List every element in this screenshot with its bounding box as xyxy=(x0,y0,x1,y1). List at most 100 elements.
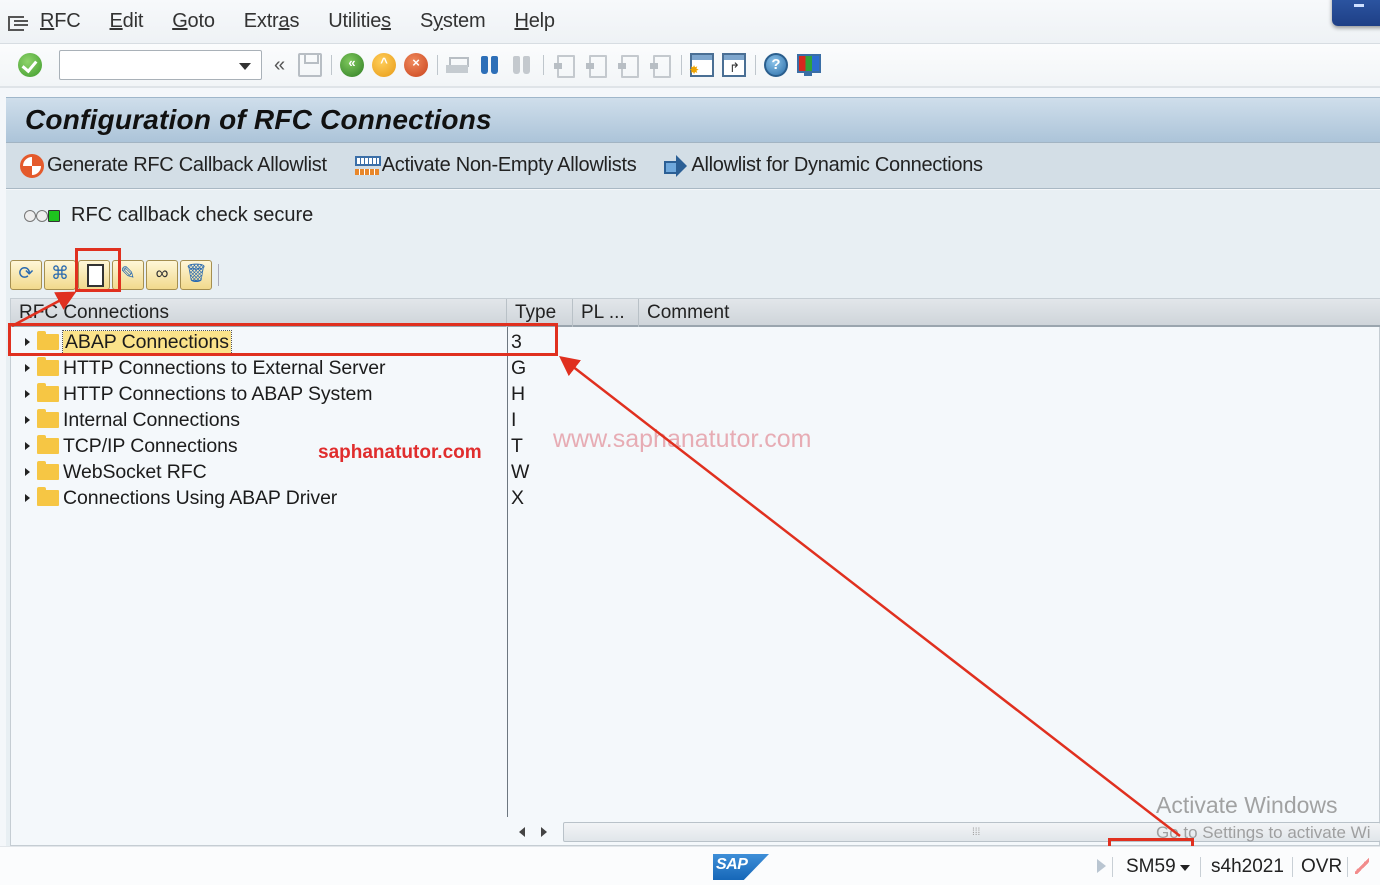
menu-goto[interactable]: Goto xyxy=(172,10,215,33)
scroll-right-icon[interactable] xyxy=(541,827,547,837)
chevron-down-icon[interactable] xyxy=(239,63,251,70)
connection-group-name[interactable]: ABAP Connections xyxy=(62,329,232,355)
connection-type: 3 xyxy=(511,330,522,353)
activate-allowlists-label: Activate Non-Empty Allowlists xyxy=(381,154,637,176)
folder-icon xyxy=(37,331,59,350)
find-button[interactable]: ⌘ xyxy=(44,260,76,290)
activate-title: Activate Windows xyxy=(1156,792,1338,818)
callback-status: RFC callback check secure xyxy=(24,204,313,227)
print-icon[interactable] xyxy=(446,53,470,77)
first-page-icon[interactable] xyxy=(552,53,576,78)
dynamic-allowlist-button[interactable]: Allowlist for Dynamic Connections xyxy=(664,154,983,178)
toolbar-divider xyxy=(543,55,544,75)
expand-icon[interactable] xyxy=(25,494,30,502)
glasses-icon: ∞ xyxy=(155,263,169,283)
folder-icon xyxy=(37,435,59,454)
last-page-icon[interactable] xyxy=(648,53,672,78)
tree-row[interactable]: HTTP Connections to External Server G xyxy=(11,355,1380,381)
enter-icon[interactable] xyxy=(18,53,42,77)
exit-icon[interactable]: ^ xyxy=(372,53,396,77)
expand-icon[interactable] xyxy=(25,416,30,424)
trash-icon: 🗑 xyxy=(184,263,208,283)
toolbar-divider xyxy=(218,264,219,286)
folder-icon xyxy=(37,461,59,480)
menu-help[interactable]: Help xyxy=(514,10,555,33)
connection-group-name[interactable]: HTTP Connections to External Server xyxy=(63,357,509,380)
delete-button[interactable]: 🗑 xyxy=(180,260,212,290)
back-icon[interactable]: « xyxy=(340,53,364,77)
generate-allowlist-button[interactable]: Generate RFC Callback Allowlist xyxy=(20,153,327,178)
app-menu-icon[interactable] xyxy=(8,14,30,31)
find-icon[interactable] xyxy=(478,53,502,77)
grid-header: RFC Connections Type PL ... Comment xyxy=(11,299,1380,327)
insert-mode[interactable]: OVR xyxy=(1301,856,1342,878)
transaction-code[interactable]: SM59 xyxy=(1126,856,1176,878)
connection-type: H xyxy=(511,382,526,405)
collapse-icon[interactable]: « xyxy=(274,54,290,77)
tree-row[interactable]: WebSocket RFC W xyxy=(11,459,1380,485)
command-field[interactable] xyxy=(59,50,262,80)
status-divider xyxy=(1347,857,1348,877)
command-input[interactable] xyxy=(60,51,230,79)
menu-utilities[interactable]: Utilities xyxy=(328,10,391,33)
expand-icon[interactable] xyxy=(25,442,30,450)
tree-row[interactable]: ABAP Connections 3 xyxy=(11,329,1380,355)
create-session-icon[interactable] xyxy=(689,53,714,77)
scroll-grip-icon[interactable]: ⁞⁞⁞ xyxy=(972,827,980,838)
cancel-icon[interactable]: × xyxy=(404,53,428,77)
menu-rfc[interactable]: RFC xyxy=(40,10,81,33)
menu-extras[interactable]: Extras xyxy=(244,10,300,33)
title-bar: Configuration of RFC Connections xyxy=(6,97,1380,143)
column-header-comment[interactable]: Comment xyxy=(639,299,1380,327)
system-name: s4h2021 xyxy=(1211,856,1284,877)
rfc-connections-tree: RFC Connections Type PL ... Comment ABAP… xyxy=(10,298,1380,846)
column-header-rfc-connections[interactable]: RFC Connections xyxy=(11,299,507,327)
menu-system[interactable]: System xyxy=(420,10,486,33)
previous-page-icon[interactable] xyxy=(584,53,608,78)
system-toolbar: « « ^ × xyxy=(0,44,1380,88)
customize-layout-icon[interactable] xyxy=(796,53,821,77)
tree-toolbar: ⟳ ⌘ ✎ ∞ 🗑 xyxy=(10,260,219,290)
column-header-pl[interactable]: PL ... xyxy=(573,299,639,327)
menu-edit[interactable]: Edit xyxy=(110,10,144,33)
connection-group-name[interactable]: Internal Connections xyxy=(63,409,509,432)
expand-icon[interactable] xyxy=(25,338,30,346)
toolbar-divider xyxy=(681,55,682,75)
chevron-down-icon[interactable] xyxy=(1180,865,1190,871)
save-icon[interactable] xyxy=(298,53,322,77)
arrow-right-icon xyxy=(664,154,688,178)
find-next-icon[interactable] xyxy=(510,53,534,77)
connection-group-name[interactable]: HTTP Connections to ABAP System xyxy=(63,383,509,406)
status-flag-icon xyxy=(1355,858,1369,874)
display-button[interactable]: ∞ xyxy=(146,260,178,290)
pencil-icon: ✎ xyxy=(120,263,136,283)
status-divider xyxy=(1112,857,1113,877)
tree-row[interactable]: HTTP Connections to ABAP System H xyxy=(11,381,1380,407)
create-shortcut-icon[interactable] xyxy=(722,53,746,77)
help-icon[interactable] xyxy=(764,53,788,77)
scroll-left-icon[interactable] xyxy=(519,827,525,837)
change-button[interactable]: ✎ xyxy=(112,260,144,290)
minimize-button[interactable] xyxy=(1332,0,1380,26)
folder-icon xyxy=(37,357,59,376)
status-divider xyxy=(1292,857,1293,877)
expand-icon[interactable] xyxy=(25,364,30,372)
watermark-red: saphanatutor.com xyxy=(318,442,482,463)
connection-type: W xyxy=(511,460,530,483)
expand-icon[interactable] xyxy=(25,390,30,398)
activate-allowlists-button[interactable]: Activate Non-Empty Allowlists xyxy=(354,154,637,178)
create-button[interactable] xyxy=(78,260,110,290)
toolbar-divider xyxy=(755,55,756,75)
status-divider xyxy=(1200,857,1201,877)
next-page-icon[interactable] xyxy=(616,53,640,78)
toolbar-divider xyxy=(331,55,332,75)
refresh-button[interactable]: ⟳ xyxy=(10,260,42,290)
status-expand-icon[interactable] xyxy=(1097,859,1106,873)
column-header-type[interactable]: Type xyxy=(507,299,573,327)
expand-icon[interactable] xyxy=(25,468,30,476)
connection-group-name[interactable]: Connections Using ABAP Driver xyxy=(63,487,509,510)
tree-row[interactable]: Connections Using ABAP Driver X xyxy=(11,485,1380,511)
traffic-light-icon xyxy=(24,209,64,223)
application-toolbar: Generate RFC Callback Allowlist Activate… xyxy=(6,143,1380,189)
main-content: RFC callback check secure ⟳ ⌘ ✎ ∞ 🗑 RFC … xyxy=(6,190,1380,846)
